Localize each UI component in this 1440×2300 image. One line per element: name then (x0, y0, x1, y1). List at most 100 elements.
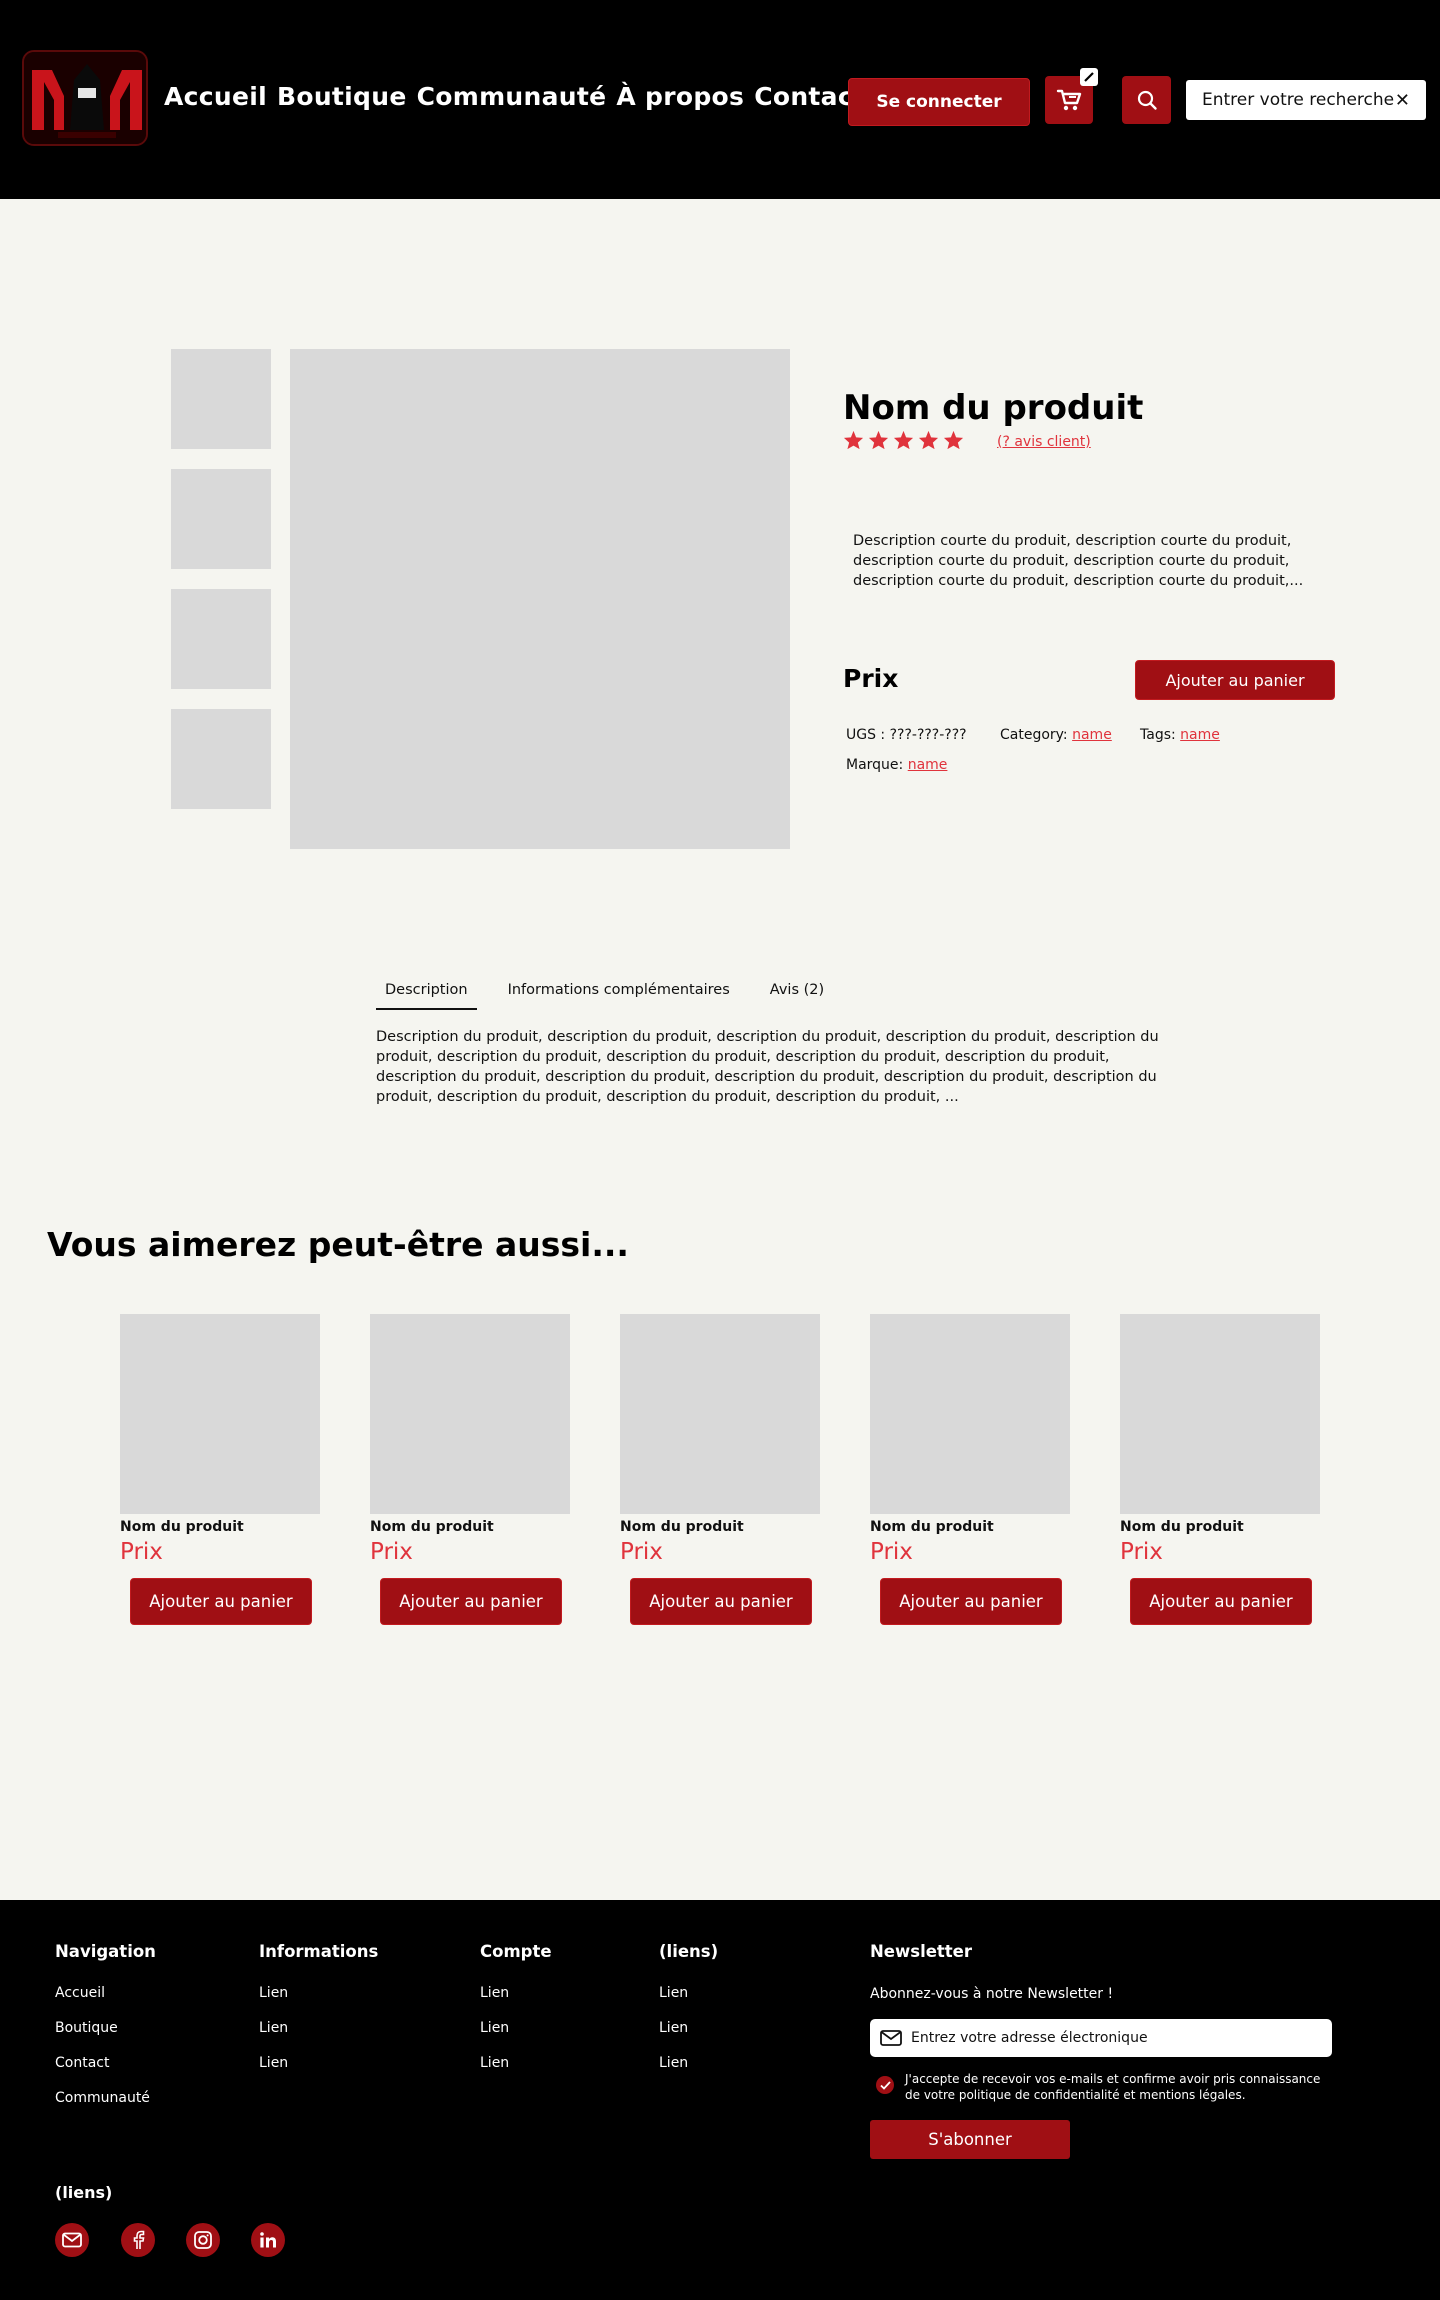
related-product-image[interactable] (1120, 1314, 1320, 1514)
tags: Tags: name (1140, 727, 1220, 743)
mail-icon (62, 2232, 82, 2248)
star-icon (943, 430, 964, 450)
login-button[interactable]: Se connecter (848, 78, 1030, 126)
star-icon (893, 430, 914, 450)
footer-col-compte: Compte Lien Lien Lien (480, 1942, 552, 2090)
footer-link[interactable]: Lien (659, 2055, 718, 2071)
thumbnail-4[interactable] (171, 709, 271, 809)
footer-link[interactable]: Boutique (55, 2020, 156, 2036)
footer-link[interactable]: Lien (259, 1985, 378, 2001)
related-product-image[interactable] (870, 1314, 1070, 1514)
search-placeholder: Entrer votre recherche (1202, 90, 1395, 110)
product-main-image[interactable] (290, 349, 790, 849)
cart-badge (1080, 68, 1098, 86)
footer-link[interactable]: Lien (659, 1985, 718, 2001)
social-title: (liens) (55, 2183, 113, 2202)
related-product-name[interactable]: Nom du produit (620, 1519, 820, 1535)
newsletter-title: Newsletter (870, 1942, 973, 1961)
footer-col-title: Informations (259, 1942, 379, 1961)
footer-link[interactable]: Lien (480, 1985, 552, 2001)
newsletter-email-placeholder: Entrez votre adresse électronique (911, 2030, 1148, 2046)
social-facebook[interactable] (121, 2223, 155, 2257)
related-product-name[interactable]: Nom du produit (120, 1519, 320, 1535)
brand: Marque: name (846, 757, 947, 773)
product-tabs: Description Informations complémentaires… (376, 978, 855, 1010)
close-icon[interactable]: ✕ (1395, 90, 1410, 111)
footer-link[interactable]: Lien (480, 2055, 552, 2071)
thumbnail-1[interactable] (171, 349, 271, 449)
product-title: Nom du produit (843, 388, 1144, 428)
footer-col-title: (liens) (659, 1942, 719, 1961)
search-button[interactable] (1122, 76, 1171, 124)
add-to-cart-button[interactable]: Ajouter au panier (1135, 660, 1335, 700)
footer-link[interactable]: Lien (259, 2020, 378, 2036)
related-product-name[interactable]: Nom du produit (870, 1519, 1070, 1535)
category: Category: name (1000, 727, 1112, 743)
related-product-image[interactable] (120, 1314, 320, 1514)
nav-item-communaute[interactable]: Communauté (417, 82, 607, 111)
linkedin-icon (260, 2232, 276, 2248)
reviews-link[interactable]: (? avis client) (997, 434, 1091, 450)
related-product-card: Nom du produit Prix Ajouter au panier (620, 1314, 820, 1625)
related-product-price: Prix (1120, 1539, 1163, 1565)
social-linkedin[interactable] (251, 2223, 285, 2257)
short-description: Description courte du produit, descripti… (853, 533, 1304, 589)
footer-link[interactable]: Contact (55, 2055, 156, 2071)
category-label: Category: (1000, 727, 1068, 743)
footer-link[interactable]: Lien (259, 2055, 378, 2071)
related-product-image[interactable] (620, 1314, 820, 1514)
social-instagram[interactable] (186, 2223, 220, 2257)
related-product-card: Nom du produit Prix Ajouter au panier (120, 1314, 320, 1625)
thumbnail-2[interactable] (171, 469, 271, 569)
related-product-price: Prix (620, 1539, 663, 1565)
star-icon (918, 430, 939, 450)
related-add-to-cart-button[interactable]: Ajouter au panier (630, 1578, 812, 1625)
search-input[interactable]: Entrer votre recherche ✕ (1186, 80, 1426, 120)
footer-link[interactable]: Communauté (55, 2090, 156, 2106)
search-icon (1137, 90, 1157, 110)
main-nav: Accueil Boutique Communauté À propos Con… (164, 82, 865, 111)
tab-informations[interactable]: Informations complémentaires (499, 978, 739, 1010)
tab-description[interactable]: Description (376, 978, 477, 1010)
footer-col-informations: Informations Lien Lien Lien (259, 1942, 378, 2090)
thumbnail-3[interactable] (171, 589, 271, 689)
related-product-name[interactable]: Nom du produit (1120, 1519, 1320, 1535)
subscribe-button[interactable]: S'abonner (870, 2120, 1070, 2159)
footer-col-navigation: Navigation Accueil Boutique Contact Comm… (55, 1942, 156, 2125)
related-add-to-cart-button[interactable]: Ajouter au panier (130, 1578, 312, 1625)
footer-col-liens: (liens) Lien Lien Lien (659, 1942, 718, 2090)
footer-link[interactable]: Lien (659, 2020, 718, 2036)
site-header: Accueil Boutique Communauté À propos Con… (0, 0, 1440, 199)
instagram-icon (194, 2231, 212, 2249)
nav-item-accueil[interactable]: Accueil (164, 82, 267, 111)
related-add-to-cart-button[interactable]: Ajouter au panier (1130, 1578, 1312, 1625)
tab-content: Description du produit, description du p… (376, 1029, 1159, 1105)
nav-item-boutique[interactable]: Boutique (277, 82, 407, 111)
consent-checkbox[interactable] (876, 2076, 894, 2094)
related-product-name[interactable]: Nom du produit (370, 1519, 570, 1535)
related-product-image[interactable] (370, 1314, 570, 1514)
brand-link[interactable]: name (908, 757, 948, 773)
facebook-icon (133, 2230, 145, 2249)
tags-link[interactable]: name (1180, 727, 1220, 743)
nav-item-a-propos[interactable]: À propos (616, 82, 744, 111)
category-link[interactable]: name (1072, 727, 1112, 743)
related-product-card: Nom du produit Prix Ajouter au panier (370, 1314, 570, 1625)
related-product-price: Prix (120, 1539, 163, 1565)
tags-label: Tags: (1140, 727, 1176, 743)
tab-avis[interactable]: Avis (2) (761, 978, 833, 1010)
social-mail[interactable] (55, 2223, 89, 2257)
footer-link[interactable]: Lien (480, 2020, 552, 2036)
star-icon (868, 430, 889, 450)
related-add-to-cart-button[interactable]: Ajouter au panier (380, 1578, 562, 1625)
cart-icon (1056, 89, 1082, 111)
brand-label: Marque: (846, 757, 904, 773)
newsletter-subtitle: Abonnez-vous à notre Newsletter ! (870, 1986, 1114, 2002)
footer-col-title: Navigation (55, 1942, 156, 1961)
footer-link[interactable]: Accueil (55, 1985, 156, 2001)
related-product-price: Prix (870, 1539, 913, 1565)
logo[interactable] (22, 50, 148, 146)
related-add-to-cart-button[interactable]: Ajouter au panier (880, 1578, 1062, 1625)
check-icon (879, 2080, 891, 2090)
newsletter-email-field[interactable]: Entrez votre adresse électronique (870, 2019, 1332, 2057)
